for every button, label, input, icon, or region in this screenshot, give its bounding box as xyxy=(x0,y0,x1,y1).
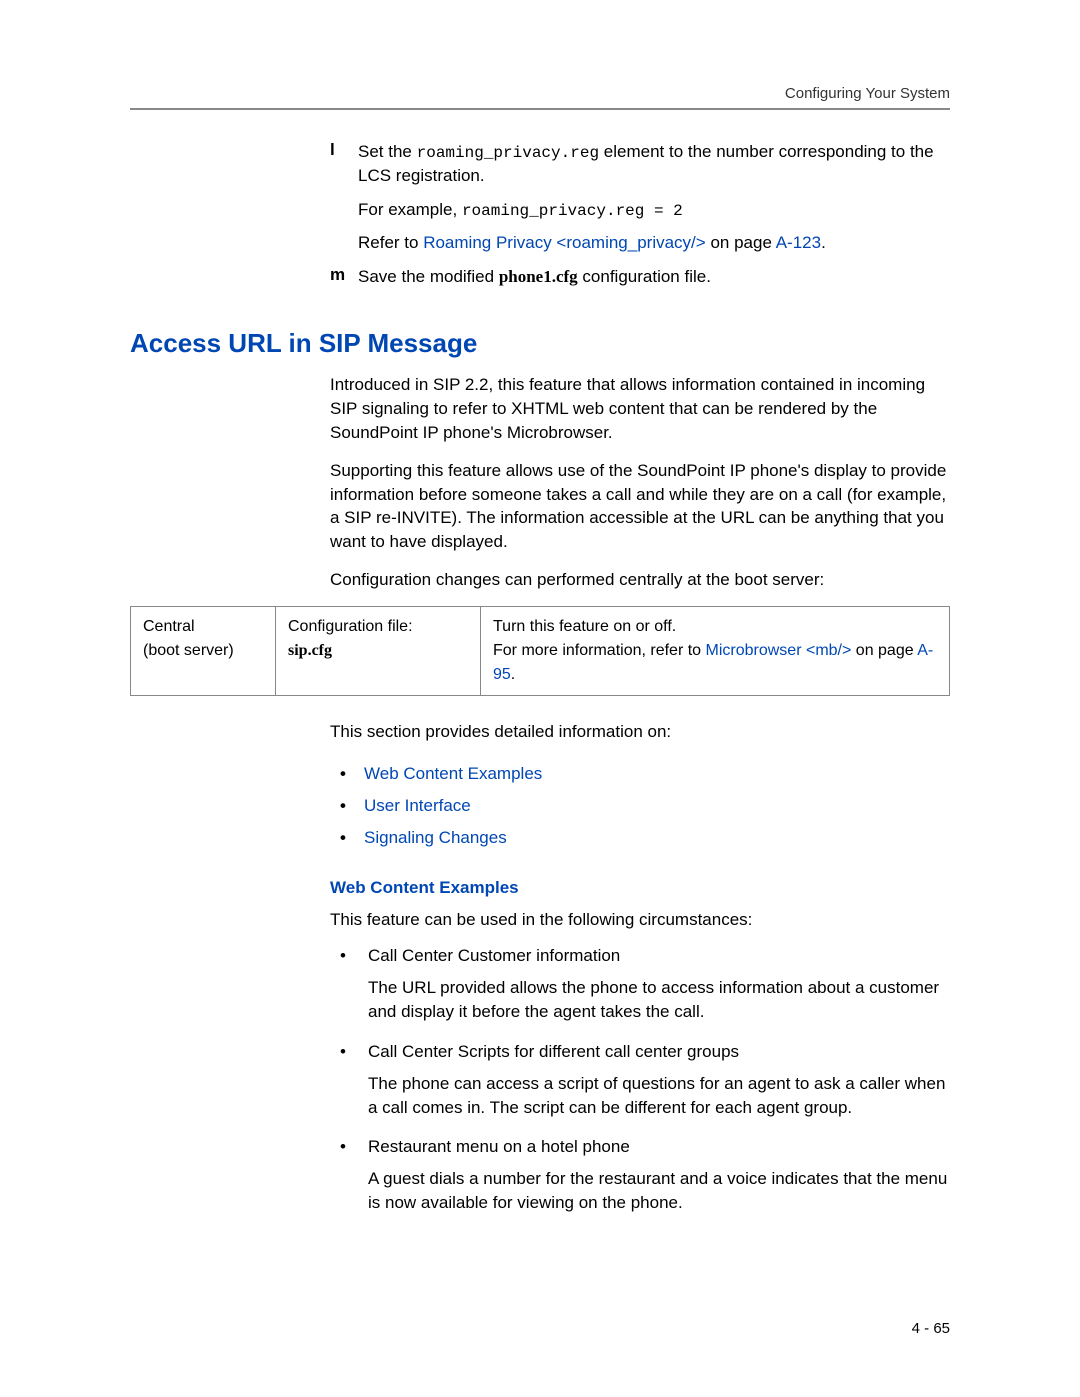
step-l: l Set the roaming_privacy.reg element to… xyxy=(330,140,950,188)
link-signaling-changes[interactable]: Signaling Changes xyxy=(364,828,507,847)
cfg-l1: Configuration file: xyxy=(288,618,413,635)
table-cell-desc: Turn this feature on or off. For more in… xyxy=(481,606,950,695)
central-l2: (boot server) xyxy=(143,642,234,659)
section-para-2: Supporting this feature allows use of th… xyxy=(330,459,950,554)
step-l-example: For example, roaming_privacy.reg = 2 xyxy=(358,198,950,222)
step-m-prefix: Save the modified xyxy=(358,267,499,286)
step-l-example-prefix: For example, xyxy=(358,200,462,219)
step-marker-m: m xyxy=(330,265,358,289)
step-marker-l: l xyxy=(330,140,358,188)
step-m: m Save the modified phone1.cfg configura… xyxy=(330,265,950,289)
refer-prefix: Refer to xyxy=(358,233,423,252)
step-l-example-code: roaming_privacy.reg = 2 xyxy=(462,202,683,220)
step-m-text: Save the modified phone1.cfg configurati… xyxy=(358,265,711,289)
cfg-l2: sip.cfg xyxy=(288,642,332,659)
detail-intro: This section provides detailed informati… xyxy=(330,720,950,744)
page-link-a123[interactable]: A-123 xyxy=(776,233,821,252)
example-2-title: Restaurant menu on a hotel phone xyxy=(368,1137,950,1157)
example-1-desc: The phone can access a script of questio… xyxy=(368,1072,950,1120)
header-rule xyxy=(130,108,950,110)
section-para-1: Introduced in SIP 2.2, this feature that… xyxy=(330,373,950,444)
step-l-code: roaming_privacy.reg xyxy=(417,144,599,162)
desc-l1: Turn this feature on or off. xyxy=(493,618,676,635)
roaming-privacy-link[interactable]: Roaming Privacy <roaming_privacy/> xyxy=(423,233,706,252)
desc-l2-end: . xyxy=(511,666,515,683)
page-header-right: Configuring Your System xyxy=(130,85,950,102)
example-item-2: Restaurant menu on a hotel phone A guest… xyxy=(340,1137,950,1215)
example-0-desc: The URL provided allows the phone to acc… xyxy=(368,976,950,1024)
config-table: Central (boot server) Configuration file… xyxy=(130,606,950,696)
example-item-0: Call Center Customer information The URL… xyxy=(340,946,950,1024)
step-m-bold: phone1.cfg xyxy=(499,267,578,286)
link-user-interface[interactable]: User Interface xyxy=(364,796,471,815)
step-l-refer: Refer to Roaming Privacy <roaming_privac… xyxy=(358,233,950,253)
web-content-examples-heading: Web Content Examples xyxy=(330,878,950,898)
step-l-prefix: Set the xyxy=(358,142,417,161)
detail-links: Web Content Examples User Interface Sign… xyxy=(330,758,950,855)
examples-list: Call Center Customer information The URL… xyxy=(330,946,950,1215)
example-2-desc: A guest dials a number for the restauran… xyxy=(368,1167,950,1215)
example-0-title: Call Center Customer information xyxy=(368,946,950,966)
section-heading: Access URL in SIP Message xyxy=(130,328,950,359)
table-cell-configfile: Configuration file: sip.cfg xyxy=(276,606,481,695)
central-l1: Central xyxy=(143,618,195,635)
example-item-1: Call Center Scripts for different call c… xyxy=(340,1042,950,1120)
section-para-3: Configuration changes can performed cent… xyxy=(330,568,950,592)
page-number: 4 - 65 xyxy=(912,1320,950,1337)
step-m-suffix: configuration file. xyxy=(578,267,711,286)
web-content-examples-intro: This feature can be used in the followin… xyxy=(330,908,950,932)
link-web-content-examples[interactable]: Web Content Examples xyxy=(364,764,542,783)
table-cell-central: Central (boot server) xyxy=(131,606,276,695)
desc-l2-pre: For more information, refer to xyxy=(493,642,706,659)
step-l-text: Set the roaming_privacy.reg element to t… xyxy=(358,140,950,188)
refer-mid: on page xyxy=(706,233,776,252)
refer-end: . xyxy=(821,233,826,252)
example-1-title: Call Center Scripts for different call c… xyxy=(368,1042,950,1062)
desc-l2-mid: on page xyxy=(851,642,917,659)
microbrowser-link[interactable]: Microbrowser <mb/> xyxy=(706,642,852,659)
